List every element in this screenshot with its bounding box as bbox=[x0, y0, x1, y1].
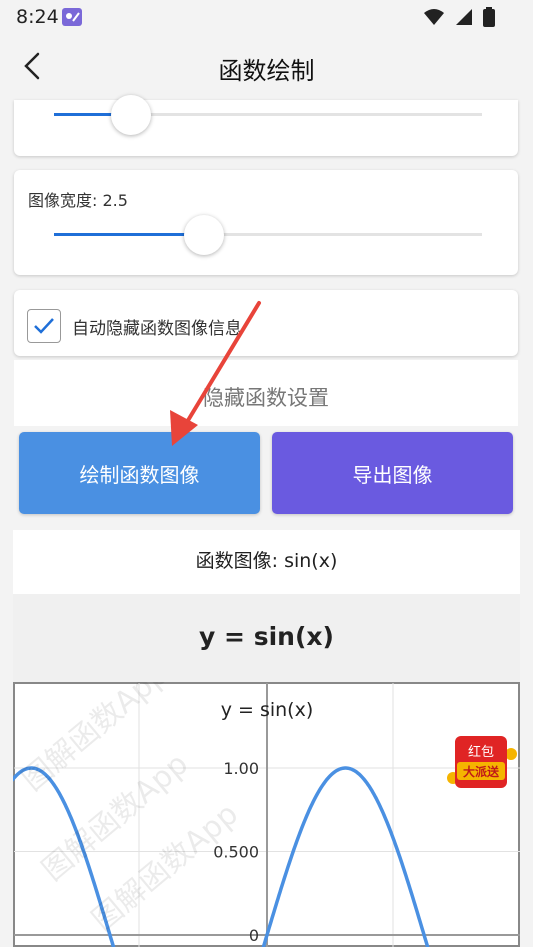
red-packet-promo-icon[interactable]: 红包 大派送 bbox=[445, 732, 519, 794]
plot-header: y = sin(x) bbox=[13, 594, 520, 682]
function-plot: 1.000.5000 y = sin(x) 图解函数App图解函数App图解函数… bbox=[13, 682, 520, 947]
y-tick-label: 0 bbox=[249, 926, 259, 945]
plot-card: 函数图像: sin(x) y = sin(x) 1.00 0.500 0 y = s… bbox=[13, 530, 520, 947]
y-tick-label: 0.500 bbox=[213, 843, 259, 862]
plot-header-title: y = sin(x) bbox=[199, 622, 334, 651]
plot-inner-title: y = sin(x) bbox=[221, 699, 314, 721]
y-tick-label: 1.00 bbox=[223, 759, 259, 778]
plot-caption: 函数图像: sin(x) bbox=[195, 550, 338, 572]
redpacket-text-1: 红包 bbox=[468, 744, 494, 760]
redpacket-text-2: 大派送 bbox=[463, 764, 500, 779]
